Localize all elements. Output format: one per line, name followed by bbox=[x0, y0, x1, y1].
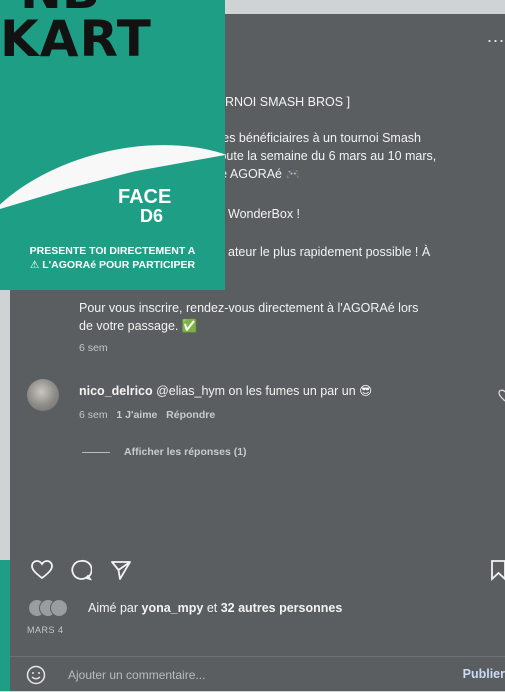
post-date: MARS 4 bbox=[27, 625, 64, 635]
caption-line-5: WonderBox ! bbox=[228, 207, 301, 221]
card-cta: PRESENTE TOI DIRECTEMENT A ⚠ L'AGORAé PO… bbox=[0, 244, 225, 272]
comment-body: @elias_hym on les fumes un par un 😎 bbox=[152, 384, 373, 398]
comment-likes-link[interactable]: 1 J'aime bbox=[116, 409, 157, 421]
caption-time: 6 sem bbox=[79, 342, 108, 354]
comment-time: 6 sem bbox=[79, 409, 108, 421]
card-title: KART bbox=[0, 10, 152, 68]
comment-input[interactable]: Ajouter un commentaire... bbox=[68, 668, 205, 682]
caption-line-8: de votre passage. ✅ bbox=[79, 319, 198, 333]
liker-avatars[interactable] bbox=[28, 599, 80, 617]
avatar[interactable] bbox=[27, 379, 59, 411]
caption-line-6: ateur le plus rapidement possible ! À bbox=[228, 245, 431, 259]
likes-middle: et bbox=[203, 601, 221, 615]
likes-prefix: Aimé par bbox=[88, 601, 142, 615]
caption-line-4: re AGORAé 🎮 bbox=[216, 167, 302, 181]
comment-meta: 6 sem 1 J'aime Répondre bbox=[79, 409, 215, 421]
caption-line-3: toute la semaine du 6 mars au 10 mars, bbox=[216, 149, 437, 163]
show-replies-label: Afficher les réponses (1) bbox=[124, 446, 247, 458]
likes-summary: Aimé par yona_mpy et 32 autres personnes bbox=[88, 599, 342, 617]
likes-others-link[interactable]: 32 autres personnes bbox=[221, 601, 343, 615]
comment-text: nico_delrico @elias_hym on les fumes un … bbox=[79, 382, 372, 400]
comment-username[interactable]: nico_delrico bbox=[79, 384, 153, 398]
comment-bar: Ajouter un commentaire... Publier bbox=[10, 656, 505, 692]
publish-button[interactable]: Publier bbox=[463, 667, 505, 681]
card-cta-line1: PRESENTE TOI DIRECTEMENT A bbox=[29, 245, 196, 257]
liker-username[interactable]: yona_mpy bbox=[142, 601, 204, 615]
more-options-icon[interactable]: ... bbox=[487, 26, 505, 47]
card-cta-line2: ⚠ L'AGORAé POUR PARTICIPER bbox=[29, 259, 196, 271]
caption-line-7: Pour vous inscrire, rendez-vous directem… bbox=[79, 301, 419, 315]
left-strip-decor bbox=[0, 560, 10, 691]
emoji-icon[interactable] bbox=[26, 665, 46, 685]
show-replies-link[interactable]: Afficher les réponses (1) bbox=[124, 446, 247, 458]
card-logo-line2: D6 bbox=[140, 206, 164, 226]
like-heart-icon[interactable] bbox=[30, 559, 54, 581]
comment-bubble-icon[interactable] bbox=[70, 559, 92, 581]
caption-line-1: URNOI SMASH BROS ] bbox=[216, 95, 351, 109]
comment-heart-icon[interactable] bbox=[497, 389, 505, 403]
reply-link[interactable]: Répondre bbox=[166, 409, 215, 421]
caption-line-2: ses bénéficiaires à un tournoi Smash bbox=[216, 131, 421, 145]
share-send-icon[interactable] bbox=[110, 559, 132, 581]
promo-card-image: NB KART FACE D6 PRESENTE TOI DIRECTEMENT… bbox=[0, 0, 225, 290]
bookmark-icon[interactable] bbox=[490, 559, 505, 581]
replies-divider bbox=[82, 452, 110, 453]
